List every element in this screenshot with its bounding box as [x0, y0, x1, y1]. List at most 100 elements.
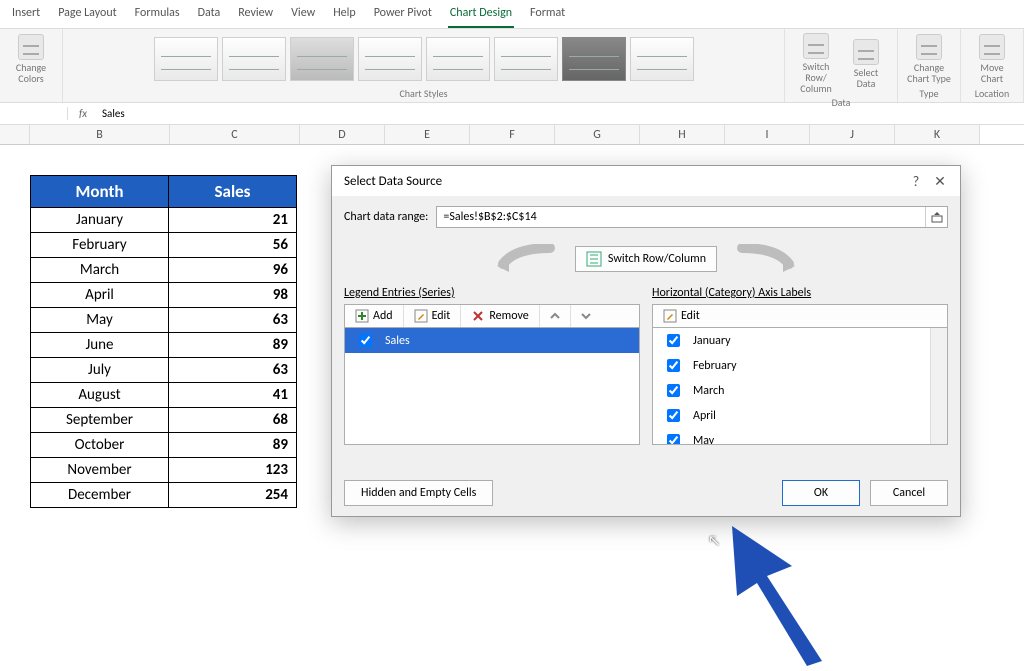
table-row[interactable]: November123: [31, 458, 297, 483]
table-row[interactable]: October89: [31, 433, 297, 458]
cell-sales[interactable]: 98: [169, 283, 297, 308]
chart-data-range-input[interactable]: [437, 207, 925, 227]
axis-label-item[interactable]: April: [653, 403, 947, 428]
tab-chart-design[interactable]: Chart Design: [448, 4, 514, 28]
chart-style-1[interactable]: [154, 37, 218, 81]
dialog-close-button[interactable]: ✕: [928, 173, 952, 190]
cell-sales[interactable]: 123: [169, 458, 297, 483]
table-row[interactable]: August41: [31, 383, 297, 408]
scroll-up-icon[interactable]: ▴: [931, 328, 947, 344]
table-row[interactable]: March96: [31, 258, 297, 283]
col-I[interactable]: I: [725, 125, 810, 144]
cell-month[interactable]: September: [31, 408, 169, 433]
switch-row-column-button[interactable]: Switch Row/ Column: [793, 33, 839, 94]
table-row[interactable]: April98: [31, 283, 297, 308]
cell-month[interactable]: March: [31, 258, 169, 283]
scroll-down-icon[interactable]: ▾: [931, 428, 947, 444]
cell-month[interactable]: February: [31, 233, 169, 258]
cell-month[interactable]: July: [31, 358, 169, 383]
col-F[interactable]: F: [470, 125, 555, 144]
axis-edit-button[interactable]: Edit: [653, 305, 710, 327]
series-item-checkbox[interactable]: [359, 334, 372, 347]
axis-label-item[interactable]: March: [653, 378, 947, 403]
cell-sales[interactable]: 63: [169, 308, 297, 333]
axis-label-item[interactable]: May: [653, 428, 947, 445]
tab-page-layout[interactable]: Page Layout: [56, 4, 118, 28]
cell-sales[interactable]: 254: [169, 483, 297, 508]
col-J[interactable]: J: [810, 125, 895, 144]
cell-sales[interactable]: 56: [169, 233, 297, 258]
series-move-down-button[interactable]: [571, 305, 601, 327]
hidden-empty-cells-button[interactable]: Hidden and Empty Cells: [344, 480, 493, 506]
tab-view[interactable]: View: [289, 4, 317, 28]
cell-month[interactable]: August: [31, 383, 169, 408]
col-G[interactable]: G: [555, 125, 640, 144]
cell-sales[interactable]: 21: [169, 208, 297, 233]
chart-style-2[interactable]: [222, 37, 286, 81]
table-row[interactable]: December254: [31, 483, 297, 508]
axis-label-checkbox[interactable]: [667, 434, 680, 445]
tab-help[interactable]: Help: [331, 4, 358, 28]
tab-insert[interactable]: Insert: [10, 4, 42, 28]
col-H[interactable]: H: [640, 125, 725, 144]
col-C[interactable]: C: [170, 125, 300, 144]
chart-style-7[interactable]: [562, 37, 626, 81]
series-edit-button[interactable]: Edit: [404, 305, 462, 327]
switch-row-column-dialog-button[interactable]: Switch Row/Column: [575, 246, 717, 272]
table-row[interactable]: February56: [31, 233, 297, 258]
table-row[interactable]: September68: [31, 408, 297, 433]
series-move-up-button[interactable]: [540, 305, 571, 327]
tab-review[interactable]: Review: [236, 4, 275, 28]
table-row[interactable]: January21: [31, 208, 297, 233]
change-colors-button[interactable]: Change Colors: [8, 34, 54, 84]
axis-label-checkbox[interactable]: [667, 409, 680, 422]
change-chart-type-button[interactable]: Change Chart Type: [906, 34, 952, 84]
chart-style-6[interactable]: [494, 37, 558, 81]
series-add-button[interactable]: Add: [345, 305, 404, 327]
tab-formulas[interactable]: Formulas: [133, 4, 182, 28]
axis-label-checkbox[interactable]: [667, 384, 680, 397]
table-row[interactable]: July63: [31, 358, 297, 383]
collapse-range-button[interactable]: [925, 207, 947, 227]
name-box[interactable]: [0, 107, 68, 120]
chart-style-4[interactable]: [358, 37, 422, 81]
cell-month[interactable]: April: [31, 283, 169, 308]
chart-style-8[interactable]: [630, 37, 694, 81]
axis-label-checkbox[interactable]: [667, 359, 680, 372]
axis-labels-listbox[interactable]: JanuaryFebruaryMarchAprilMay ▴ ▾: [652, 327, 948, 445]
cell-month[interactable]: December: [31, 483, 169, 508]
move-chart-button[interactable]: Move Chart: [969, 34, 1015, 84]
table-row[interactable]: May63: [31, 308, 297, 333]
chart-style-3[interactable]: [290, 37, 354, 81]
col-D[interactable]: D: [300, 125, 385, 144]
col-E[interactable]: E: [385, 125, 470, 144]
formula-value[interactable]: Sales: [98, 107, 125, 120]
cell-sales[interactable]: 96: [169, 258, 297, 283]
tab-format[interactable]: Format: [528, 4, 567, 28]
cancel-button[interactable]: Cancel: [870, 480, 948, 506]
cell-sales[interactable]: 68: [169, 408, 297, 433]
series-listbox[interactable]: Sales: [344, 327, 640, 445]
chart-style-5[interactable]: [426, 37, 490, 81]
cell-sales[interactable]: 89: [169, 333, 297, 358]
fx-icon[interactable]: fx: [68, 107, 98, 120]
cell-month[interactable]: May: [31, 308, 169, 333]
tab-data[interactable]: Data: [196, 4, 223, 28]
table-row[interactable]: June89: [31, 333, 297, 358]
axis-label-item[interactable]: February: [653, 353, 947, 378]
cell-sales[interactable]: 63: [169, 358, 297, 383]
cell-month[interactable]: January: [31, 208, 169, 233]
col-K[interactable]: K: [895, 125, 980, 144]
cell-month[interactable]: June: [31, 333, 169, 358]
ok-button[interactable]: OK: [782, 480, 860, 506]
cell-month[interactable]: October: [31, 433, 169, 458]
col-B[interactable]: B: [30, 125, 170, 144]
series-item-sales[interactable]: Sales: [345, 328, 639, 353]
cell-sales[interactable]: 89: [169, 433, 297, 458]
cell-sales[interactable]: 41: [169, 383, 297, 408]
axis-label-checkbox[interactable]: [667, 334, 680, 347]
cell-month[interactable]: November: [31, 458, 169, 483]
select-data-button[interactable]: Select Data: [843, 39, 889, 89]
series-remove-button[interactable]: Remove: [461, 305, 539, 327]
dialog-help-button[interactable]: ?: [904, 173, 928, 190]
